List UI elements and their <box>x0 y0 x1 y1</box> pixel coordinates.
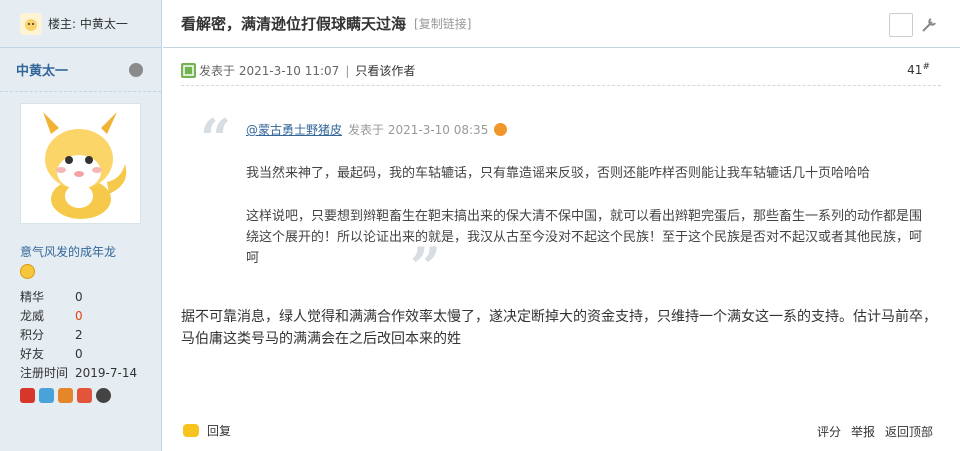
author-stats: 精华 0 龙威 0 积分 2 好友 0 注册时间 2019-7-14 <box>20 287 140 382</box>
medal-blue-icon[interactable] <box>39 388 54 403</box>
post-time: 发表于 2021-3-10 11:07 <box>199 64 340 78</box>
floor-mark: # <box>922 62 930 72</box>
stat-value[interactable]: 0 <box>75 347 83 361</box>
stat-label: 积分 <box>20 328 45 342</box>
stat-row: 注册时间 2019-7-14 <box>20 363 140 382</box>
rate-button[interactable]: 评分 <box>817 423 841 440</box>
stat-row: 龙威 0 <box>20 306 140 325</box>
stat-row: 精华 0 <box>20 287 140 306</box>
author-avatar[interactable] <box>20 103 141 224</box>
medal-orange-icon[interactable] <box>58 388 73 403</box>
stat-row: 好友 0 <box>20 344 140 363</box>
medal-list <box>20 388 111 403</box>
medal-heart-icon[interactable] <box>77 388 92 403</box>
stat-label: 龙威 <box>20 309 45 323</box>
smile-level-icon <box>20 264 35 279</box>
reply-label: 回复 <box>207 424 232 438</box>
stat-value[interactable]: 2 <box>75 328 83 342</box>
stat-row: 积分 2 <box>20 325 140 344</box>
stat-label: 注册时间 <box>20 366 69 380</box>
report-button[interactable]: 举报 <box>851 423 875 440</box>
reply-bubble-icon <box>183 424 199 437</box>
reply-button[interactable]: 回复 <box>183 422 231 439</box>
thread-title-bar: 看解密，满清逊位打假球瞒天过海 [复制链接] <box>163 0 960 48</box>
floor-value: 41 <box>907 63 923 77</box>
post-body: 据不可靠消息，绿人觉得和满满合作效率太慢了，遂决定断掉大的资金支持，只维持一个满… <box>181 309 937 347</box>
quote-header: @蒙古勇士野猪皮 发表于 2021-3-10 08:35 <box>246 121 508 138</box>
dragon-avatar-icon <box>43 112 127 219</box>
meta-divider <box>181 85 941 86</box>
medal-red-icon[interactable] <box>20 388 35 403</box>
quote-paragraph: 我当然来神了，最起码，我的车轱辘话，只有靠造谣来反驳，否则还能咋样否则能让我车轱… <box>246 166 871 181</box>
author-sidebar: 楼主: 中黄太一 中黄太一 意气风发的成年龙 精华 0 龙威 0 积分 2 好友… <box>0 0 162 451</box>
open-quote-icon: “ <box>200 107 232 171</box>
quoted-user-link[interactable]: @蒙古勇士野猪皮 <box>246 121 342 138</box>
floor-number[interactable]: 41# <box>907 62 930 77</box>
quote-block: “ @蒙古勇士野猪皮 发表于 2021-3-10 08:35 我当然来神了，最起… <box>200 107 940 294</box>
post-icon <box>181 63 196 78</box>
only-author-link[interactable]: 只看该作者 <box>355 62 415 79</box>
tools-button[interactable] <box>917 13 941 37</box>
copy-link-button[interactable]: [复制链接] <box>414 15 471 32</box>
medal-eye-icon[interactable] <box>96 388 111 403</box>
stat-value: 0 <box>75 308 83 323</box>
jump-to-post-icon[interactable] <box>494 123 508 136</box>
post-actions: 评分 举报 返回顶部 <box>817 423 933 440</box>
stat-label: 精华 <box>20 290 45 304</box>
author-name-link[interactable]: 中黄太一 <box>16 60 68 79</box>
post-footer: 回复 评分 举报 返回顶部 <box>163 412 960 451</box>
thread-owner-label: 楼主: 中黄太一 <box>48 17 128 31</box>
quote-time: 发表于 2021-3-10 08:35 <box>348 123 489 137</box>
thread-title: 看解密，满清逊位打假球瞒天过海 <box>181 15 407 33</box>
meta-separator: | <box>345 63 350 78</box>
user-group-link[interactable]: 意气风发的成年龙 <box>20 243 116 260</box>
wrench-icon <box>922 18 936 32</box>
close-quote-icon: ” <box>410 235 442 299</box>
stat-value: 2019-7-14 <box>75 365 138 380</box>
stat-label: 好友 <box>20 347 45 361</box>
post-meta: 发表于 2021-3-10 11:07 | 只看该作者 <box>181 62 415 79</box>
author-row: 中黄太一 <box>0 48 161 92</box>
op-avatar-icon[interactable] <box>20 12 42 35</box>
print-button[interactable] <box>889 13 913 37</box>
back-to-top-button[interactable]: 返回顶部 <box>885 423 933 440</box>
stat-value[interactable]: 0 <box>75 290 83 304</box>
offline-status-icon <box>129 62 143 77</box>
thread-owner-bar: 楼主: 中黄太一 <box>0 0 161 48</box>
quote-paragraph: 这样说吧，只要想到辫靼畜生在靼末搞出来的保大清不保中国，就可以看出辫靼完蛋后，那… <box>246 209 923 266</box>
